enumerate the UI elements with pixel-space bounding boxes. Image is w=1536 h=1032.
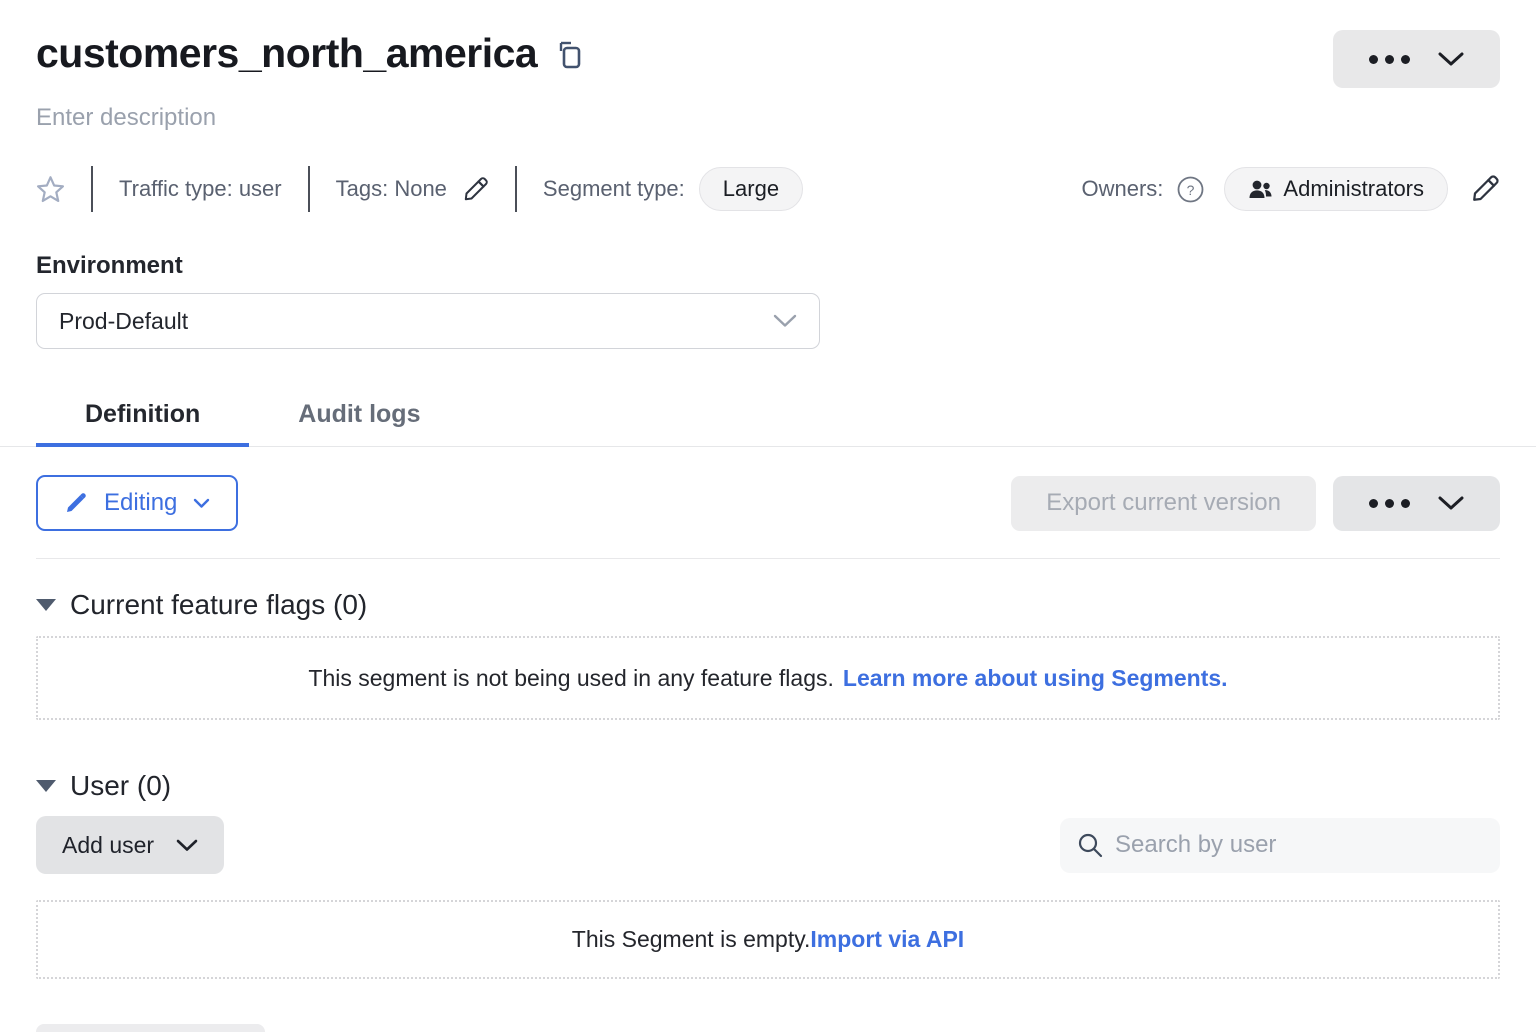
user-empty-state: This Segment is empty. Import via API bbox=[36, 900, 1500, 979]
description-placeholder[interactable]: Enter description bbox=[36, 104, 1500, 132]
search-by-user-input[interactable] bbox=[1115, 831, 1483, 859]
feature-flags-section-header[interactable]: Current feature flags (0) bbox=[36, 589, 1500, 621]
segment-type-badge: Large bbox=[699, 167, 803, 211]
divider bbox=[515, 166, 517, 212]
feature-flags-empty-text: This segment is not being used in any fe… bbox=[308, 665, 833, 692]
chevron-down-icon bbox=[193, 498, 210, 509]
toolbar-right-group: Export current version bbox=[1011, 476, 1500, 531]
edit-owners-pencil-icon[interactable] bbox=[1470, 174, 1500, 204]
divider bbox=[91, 166, 93, 212]
environment-label: Environment bbox=[36, 252, 1500, 280]
edit-tags-pencil-icon[interactable] bbox=[462, 176, 489, 203]
search-icon bbox=[1077, 832, 1103, 858]
collapse-triangle-icon bbox=[36, 599, 56, 611]
toolbar-more-options-button[interactable] bbox=[1333, 476, 1500, 531]
chevron-down-icon bbox=[1438, 52, 1464, 67]
owners-badge[interactable]: Administrators bbox=[1224, 167, 1448, 211]
segment-type-label: Segment type: bbox=[543, 176, 685, 202]
tab-definition[interactable]: Definition bbox=[36, 385, 249, 447]
user-search-box bbox=[1060, 818, 1500, 873]
chevron-down-icon bbox=[773, 314, 797, 328]
title-row: customers_north_america bbox=[36, 30, 1500, 88]
copy-icon[interactable] bbox=[555, 41, 582, 70]
editing-label: Editing bbox=[104, 489, 177, 517]
divider bbox=[36, 558, 1500, 559]
environment-selected-value: Prod-Default bbox=[59, 308, 188, 335]
title-group: customers_north_america bbox=[36, 30, 582, 77]
tags-label: Tags: None bbox=[336, 176, 447, 202]
divider bbox=[308, 166, 310, 212]
segment-empty-text: This Segment is empty. bbox=[572, 926, 811, 953]
owners-value: Administrators bbox=[1283, 176, 1424, 202]
segment-detail-page: customers_north_america Enter descriptio… bbox=[0, 30, 1536, 979]
traffic-type-label: Traffic type: user bbox=[119, 176, 282, 202]
more-options-icon bbox=[1369, 499, 1410, 508]
user-section-title: User (0) bbox=[70, 770, 171, 802]
user-section-header[interactable]: User (0) bbox=[36, 770, 1500, 802]
environment-select[interactable]: Prod-Default bbox=[36, 293, 820, 349]
owners-label: Owners: bbox=[1081, 176, 1163, 202]
import-via-api-link[interactable]: Import via API bbox=[810, 926, 964, 953]
tab-bar: Definition Audit logs bbox=[0, 385, 1536, 447]
header-more-options-button[interactable] bbox=[1333, 30, 1500, 88]
definition-toolbar: Editing Export current version bbox=[36, 475, 1500, 531]
user-controls-row: Add user bbox=[36, 816, 1500, 874]
feature-flags-empty-state: This segment is not being used in any fe… bbox=[36, 636, 1500, 720]
tab-audit-logs[interactable]: Audit logs bbox=[249, 385, 469, 447]
svg-text:?: ? bbox=[1187, 182, 1195, 198]
help-icon[interactable]: ? bbox=[1177, 176, 1204, 203]
add-user-label: Add user bbox=[62, 832, 154, 859]
editing-status-button[interactable]: Editing bbox=[36, 475, 238, 531]
star-favorite-icon[interactable] bbox=[36, 175, 65, 203]
feature-flags-section-title: Current feature flags (0) bbox=[70, 589, 367, 621]
collapse-triangle-icon bbox=[36, 780, 56, 792]
learn-more-segments-link[interactable]: Learn more about using Segments. bbox=[843, 665, 1228, 692]
more-options-icon bbox=[1369, 55, 1410, 64]
export-current-version-button[interactable]: Export current version bbox=[1011, 476, 1316, 531]
add-user-button[interactable]: Add user bbox=[36, 816, 224, 874]
chevron-down-icon bbox=[176, 839, 198, 852]
people-icon bbox=[1248, 179, 1273, 199]
meta-row: Traffic type: user Tags: None Segment ty… bbox=[36, 166, 1500, 212]
chevron-down-icon bbox=[1438, 496, 1464, 511]
pencil-icon bbox=[64, 491, 88, 515]
owners-group: Owners: ? Administrators bbox=[1081, 167, 1500, 211]
page-title: customers_north_america bbox=[36, 30, 537, 77]
partial-cutoff-button bbox=[36, 1024, 265, 1032]
